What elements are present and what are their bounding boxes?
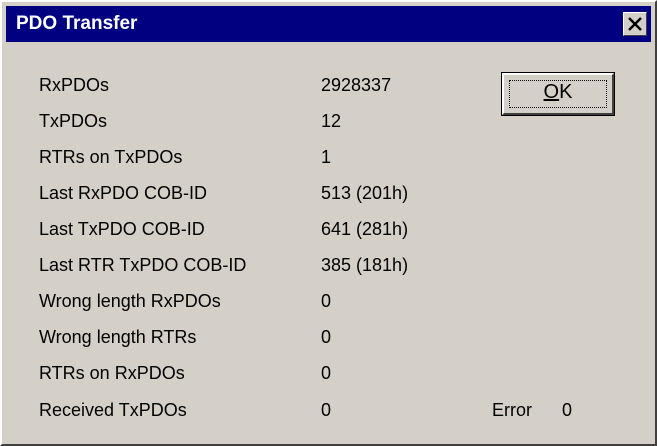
stat-label: RxPDOs	[39, 75, 110, 95]
pdo-transfer-dialog: PDO Transfer RxPDOs 2928337 TxPDOs 12 RT…	[0, 0, 657, 446]
stat-row-wrong-length-rtrs: Wrong length RTRs 0	[2, 327, 655, 355]
ok-button-label: OK	[504, 81, 612, 104]
ok-button[interactable]: OK	[501, 72, 615, 116]
error-label: Error	[492, 400, 532, 420]
stat-label: Last RTR TxPDO COB-ID	[39, 255, 247, 275]
window-title: PDO Transfer	[16, 13, 138, 34]
stat-value: 513 (201h)	[321, 183, 409, 203]
stat-value: 0	[321, 400, 332, 420]
stat-row-last-rtr-txpdo-cob-id: Last RTR TxPDO COB-ID 385 (181h)	[2, 255, 655, 283]
stat-label: Wrong length RxPDOs	[39, 291, 221, 311]
stat-value: 0	[321, 327, 332, 347]
stat-label: Received TxPDOs	[39, 400, 187, 420]
stat-label: Last RxPDO COB-ID	[39, 183, 208, 203]
ok-mnemonic: O	[543, 81, 560, 103]
stat-row-wrong-length-rxpdos: Wrong length RxPDOs 0	[2, 291, 655, 319]
stat-value: 2928337	[321, 75, 392, 95]
title-bar: PDO Transfer	[6, 6, 651, 42]
stat-row-last-rxpdo-cob-id: Last RxPDO COB-ID 513 (201h)	[2, 183, 655, 211]
stat-value: 385 (181h)	[321, 255, 409, 275]
stat-value: 0	[321, 363, 332, 383]
stat-value: 0	[321, 291, 332, 311]
stat-row-rtrs-on-rxpdos: RTRs on RxPDOs 0	[2, 363, 655, 391]
stat-label: Wrong length RTRs	[39, 327, 197, 347]
close-icon	[628, 17, 642, 31]
stat-row-txpdos: TxPDOs 12	[2, 111, 655, 139]
ok-rest: K	[559, 81, 573, 103]
stat-label: RTRs on RxPDOs	[39, 363, 185, 383]
stat-value: 641 (281h)	[321, 219, 409, 239]
stat-row-last-txpdo-cob-id: Last TxPDO COB-ID 641 (281h)	[2, 219, 655, 247]
stat-label: TxPDOs	[39, 111, 108, 131]
stat-label: RTRs on TxPDOs	[39, 147, 183, 167]
stat-value: 12	[321, 111, 342, 131]
error-value: 0	[562, 400, 573, 420]
close-button[interactable]	[623, 12, 647, 36]
stat-row-rtrs-on-txpdos: RTRs on TxPDOs 1	[2, 147, 655, 175]
stat-row-received-txpdos: Received TxPDOs 0	[2, 400, 655, 428]
stat-value: 1	[321, 147, 332, 167]
stat-label: Last TxPDO COB-ID	[39, 219, 205, 239]
